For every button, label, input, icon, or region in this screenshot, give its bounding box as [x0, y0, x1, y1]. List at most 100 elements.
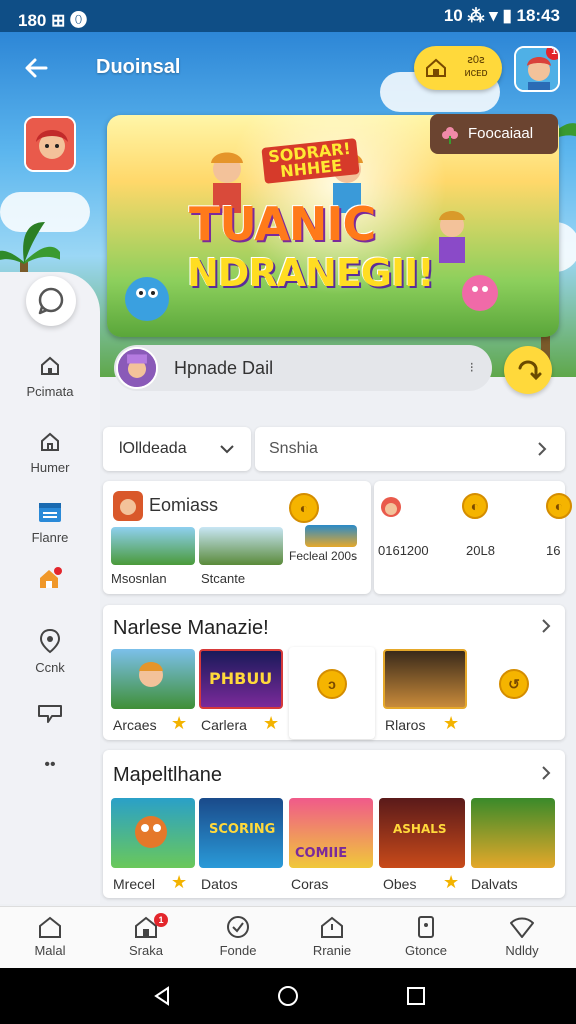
chevron-right-icon	[538, 442, 547, 456]
featured-card[interactable]: Eomiass ◐ Msosnlan Stcante Fecleal 200ꜱ	[103, 481, 371, 594]
side-value: 20L8	[466, 543, 495, 558]
game-thumbnail[interactable]	[383, 649, 467, 709]
character-illustration	[439, 211, 465, 263]
nav-item-sraka[interactable]: 1 Sraka	[98, 907, 194, 969]
recents-nav-icon[interactable]	[404, 984, 428, 1008]
game-label: Arcaes	[113, 717, 157, 733]
page-title: Duoinsal	[96, 56, 181, 78]
back-arrow-icon[interactable]	[20, 52, 52, 84]
action-button[interactable]	[504, 346, 552, 394]
game-thumbnail[interactable]	[305, 525, 357, 547]
nav-item-gtonce[interactable]: Gtonce	[378, 907, 474, 969]
back-nav-icon[interactable]	[150, 984, 174, 1008]
coin-icon: ◐	[289, 493, 319, 523]
refresh-icon	[518, 360, 542, 381]
game-thumbnail[interactable]	[471, 798, 555, 868]
nav-label: Sraka	[129, 943, 163, 958]
game-label: Mrecel	[113, 876, 156, 892]
character-illustration	[135, 816, 167, 848]
featured-title: Eomiass	[149, 495, 219, 515]
rail-item-pcimata[interactable]: Pcimata	[0, 354, 100, 399]
rail-label: Pcimata	[26, 384, 74, 399]
rail-item-humer[interactable]: Humer	[0, 430, 100, 475]
nav-item-fonde[interactable]: Fonde	[190, 907, 286, 969]
filter-dropdown[interactable]: lOlldeada	[103, 427, 251, 471]
rail-item-more[interactable]: ••	[0, 756, 100, 774]
nav-label: Fonde	[219, 943, 257, 958]
flower-icon	[442, 127, 458, 144]
home-coin-icon	[426, 58, 446, 77]
game-thumbnail[interactable]	[111, 649, 195, 709]
promo-label: Foocaiaal	[468, 125, 534, 142]
section-card: Mapeltlhane SCORING COMIIE ASHALS Mrecel…	[103, 750, 565, 898]
game-thumbnail[interactable]: COMIIE	[289, 798, 373, 868]
coin-icon: ◐	[462, 493, 488, 519]
star-icon: ★	[263, 713, 280, 734]
game-label: Carlera	[201, 717, 247, 733]
featured-icon	[113, 491, 143, 521]
nav-item-ndldy[interactable]: Ndldy	[474, 907, 570, 969]
profile-avatar[interactable]: 1	[514, 46, 560, 92]
house-alert-icon	[321, 916, 343, 938]
user-avatar[interactable]	[24, 116, 76, 172]
game-thumbnail[interactable]: ↄ	[289, 647, 375, 739]
house-icon	[41, 432, 59, 451]
rail-label: Humer	[30, 460, 70, 475]
bottom-nav: Malal 1 Sraka Fonde Rranie Gtonce Ndldy	[0, 906, 576, 968]
game-thumbnail[interactable]: ASHALS	[379, 798, 465, 868]
search-field-text: Snshia	[269, 440, 318, 457]
rail-item-home-alert[interactable]	[0, 566, 100, 598]
home-icon	[41, 356, 59, 375]
chevron-right-icon[interactable]	[539, 766, 553, 780]
calendar-icon	[39, 503, 61, 522]
banner-title: TUANIC	[189, 197, 376, 251]
game-label: Coras	[291, 876, 329, 892]
chevron-right-icon[interactable]	[539, 619, 553, 633]
coin-icon: ↺	[499, 669, 529, 699]
nav-label: Malal	[34, 943, 66, 958]
game-label: Stcante	[201, 571, 246, 586]
wifi-shield-icon	[510, 917, 534, 938]
rail-item-ccnk[interactable]: Ccnk	[0, 628, 100, 675]
pink-creature-illustration	[462, 275, 498, 311]
game-thumbnail[interactable]: SCORING	[199, 798, 283, 868]
game-thumbnail[interactable]	[111, 527, 195, 565]
home-icon	[39, 916, 61, 938]
shield-icon	[227, 916, 249, 938]
search-field[interactable]: Snshia	[255, 427, 565, 471]
home-nav-icon[interactable]	[276, 984, 300, 1008]
game-label: Datos	[201, 876, 238, 892]
coins-button[interactable]: ꙅ0ꙅ ᴎᴄᴇᴅ	[414, 46, 502, 90]
game-label: Obes	[383, 876, 417, 892]
location-icon	[39, 628, 61, 654]
game-thumbnail[interactable]: PHBUU	[199, 649, 283, 709]
game-thumbnail[interactable]	[111, 798, 195, 868]
featured-side-card[interactable]: ◐ ◐ 0161200 20L8 16	[374, 481, 572, 594]
chat-icon	[38, 287, 64, 315]
nav-item-rranie[interactable]: Rranie	[284, 907, 380, 969]
section-title: Narlese Manazie!	[113, 617, 269, 639]
rail-item-flanre[interactable]: Flanre	[0, 500, 100, 545]
chevron-down-icon	[220, 445, 234, 454]
star-icon: ★	[443, 713, 460, 734]
game-label: Rlaros	[385, 717, 426, 733]
promo-button[interactable]: Foocaiaal	[430, 114, 558, 154]
game-thumbnail[interactable]	[199, 527, 283, 565]
rail-label: Ccnk	[35, 660, 65, 675]
search-bar[interactable]: Hpnade Dail ⁝	[114, 345, 492, 391]
coins-text: ꙅ0ꙅ ᴎᴄᴇᴅ	[464, 54, 488, 79]
star-icon: ★	[171, 872, 188, 893]
system-nav-bar	[0, 968, 576, 1024]
coin-icon: ↄ	[317, 669, 347, 699]
section-card: Narlese Manazie! PHBUU ↄ ↺ Arcaes ★ Carl…	[103, 605, 565, 740]
chat-button[interactable]	[26, 276, 76, 326]
nav-label: Ndldy	[505, 943, 539, 958]
star-icon: ★	[171, 713, 188, 734]
rail-label: Flanre	[31, 530, 69, 545]
rail-item-message[interactable]	[0, 702, 100, 732]
nav-item-malal[interactable]: Malal	[2, 907, 98, 969]
banner-subtitle: NDRANEGII!	[187, 251, 435, 295]
character-illustration	[139, 662, 163, 687]
notification-badge: 1	[546, 48, 558, 60]
avatar-icon	[118, 349, 156, 387]
